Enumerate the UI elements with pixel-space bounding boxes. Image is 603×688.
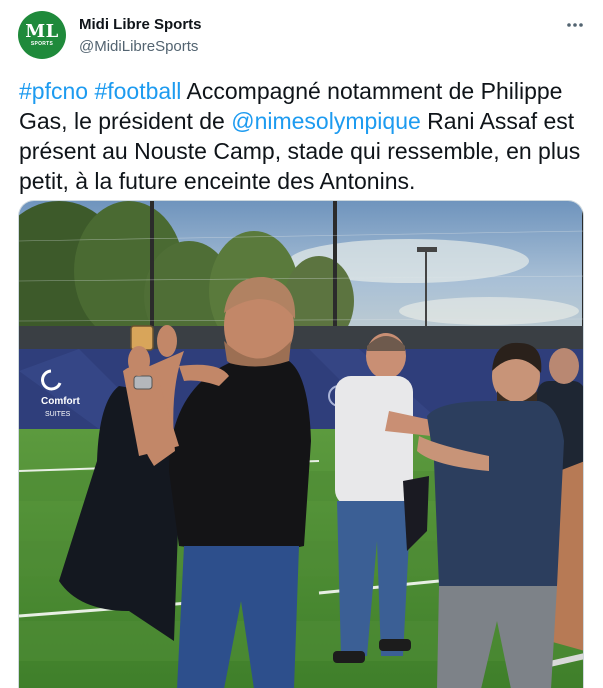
avatar[interactable]: ML SPORTS xyxy=(18,11,66,59)
phone xyxy=(130,325,154,351)
account-handle[interactable]: @MidiLibreSports xyxy=(79,38,198,55)
hashtag-link[interactable]: #pfcno xyxy=(19,78,88,104)
account-name[interactable]: Midi Libre Sports xyxy=(79,16,202,33)
tweet-photo[interactable]: Comfort SUITES xyxy=(18,200,584,688)
tweet: ML SPORTS Midi Libre Sports @MidiLibreSp… xyxy=(0,0,603,688)
tweet-text: #pfcno #football Accompagné notamment de… xyxy=(19,76,589,196)
mention-link[interactable]: @nimesolympique xyxy=(231,108,421,134)
more-options-button[interactable] xyxy=(562,14,588,36)
banner-brand: Comfort xyxy=(41,396,81,407)
more-horizontal-icon xyxy=(567,23,583,27)
photo-scene: Comfort SUITES xyxy=(19,201,583,688)
avatar-subtitle: SPORTS xyxy=(30,41,54,47)
avatar-initials: ML xyxy=(25,21,59,42)
banner-sub: SUITES xyxy=(45,411,71,418)
hashtag-link[interactable]: #football xyxy=(94,78,181,104)
